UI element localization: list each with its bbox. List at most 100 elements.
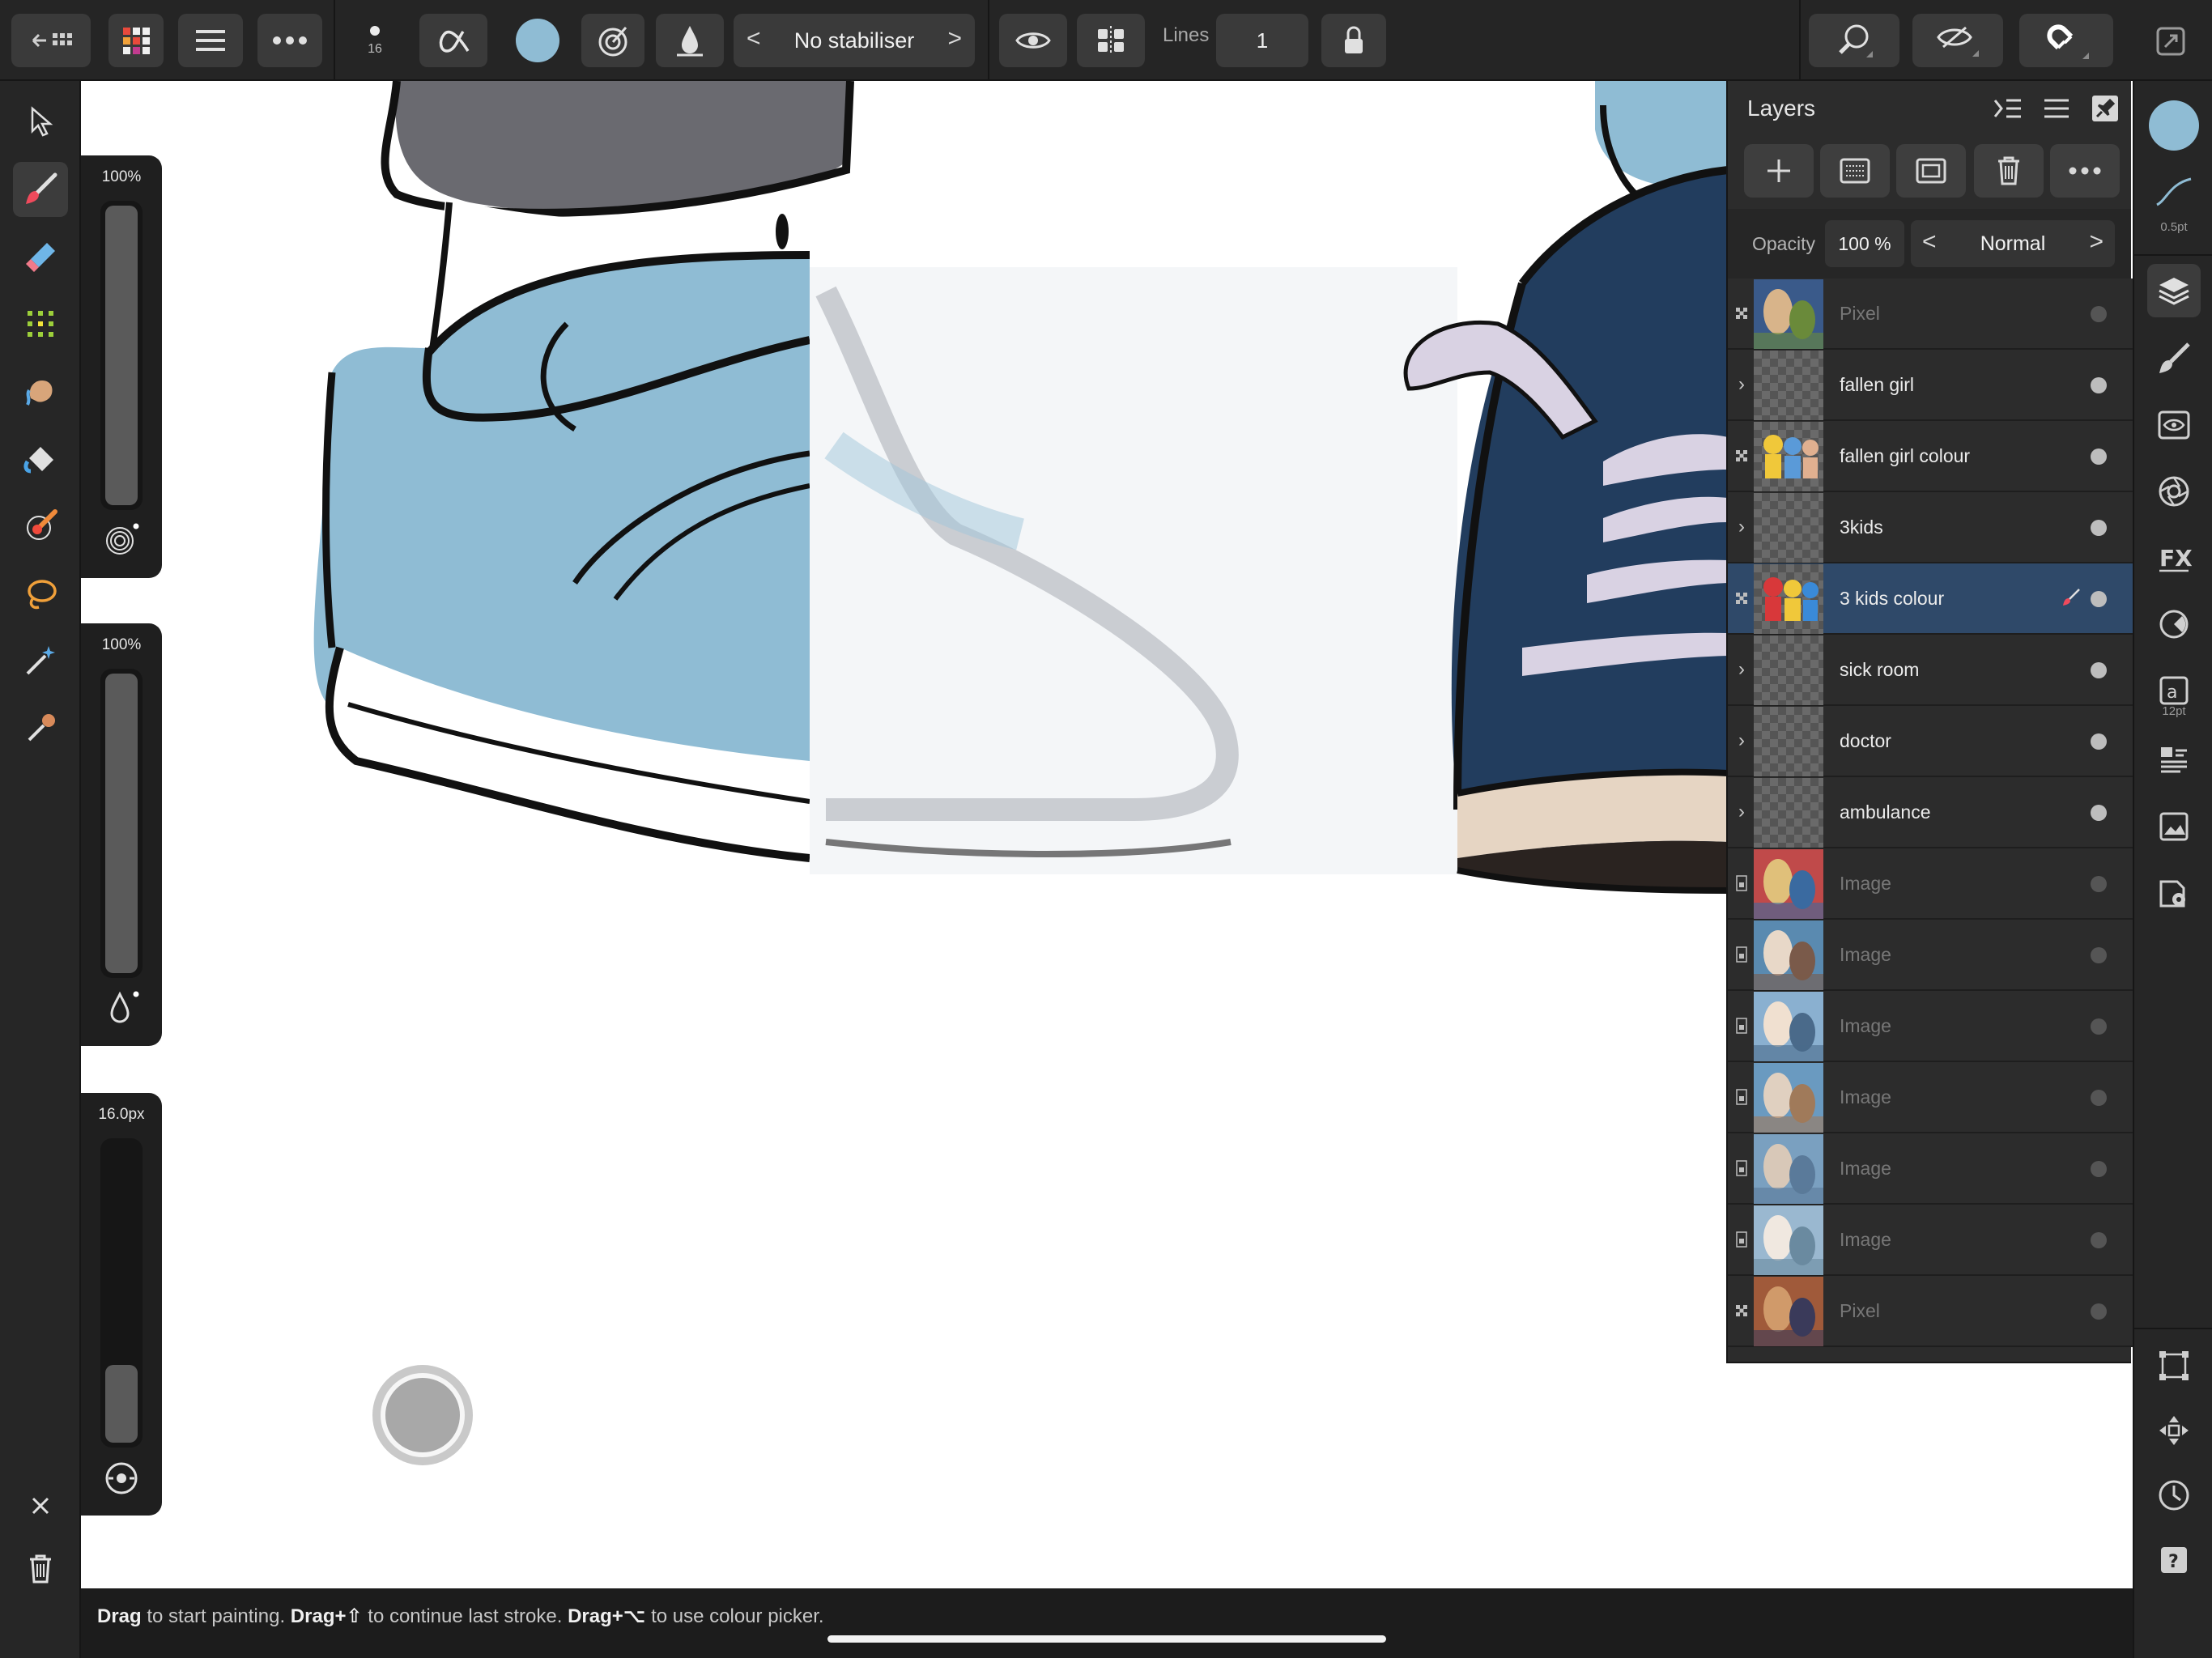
layer-visibility-toggle[interactable] [2091,733,2107,750]
macro-studio-button[interactable] [2147,866,2201,920]
stabiliser-selector[interactable]: < No stabiliser > [734,14,975,67]
layer-visibility-toggle[interactable] [2091,306,2107,322]
wet-edges-button[interactable] [581,14,644,67]
stock-studio-button[interactable] [2147,800,2201,853]
smudge-tool[interactable] [13,364,68,419]
flood-fill-tool[interactable] [13,432,68,487]
layer-row[interactable]: Image [1728,920,2133,991]
layer-visibility-toggle[interactable] [2091,1090,2107,1106]
layer-row[interactable]: › doctor [1728,706,2133,777]
layer-visibility-toggle[interactable] [2091,520,2107,536]
menu-button[interactable] [178,14,243,67]
expand-chevron-icon[interactable]: › [1734,516,1749,538]
lock-button[interactable] [1321,14,1386,67]
brush-alpha-button[interactable] [419,14,487,67]
dry-wet-button[interactable] [656,14,724,67]
colour-studio-button[interactable] [2147,99,2201,152]
layer-visibility-toggle[interactable] [2091,1303,2107,1320]
layer-row[interactable]: Image [1728,991,2133,1062]
selection-brush-tool[interactable] [13,633,68,688]
layer-visibility-toggle[interactable] [2091,947,2107,963]
layer-visibility-toggle[interactable] [2091,1018,2107,1035]
paint-brush-tool[interactable] [13,162,68,217]
layer-visibility-toggle[interactable] [2091,377,2107,393]
blend-mode-selector[interactable]: < Normal > [1911,220,2115,267]
layer-row[interactable]: › sick room [1728,635,2133,706]
layer-visibility-toggle[interactable] [2091,876,2107,892]
add-layer-button[interactable] [1744,144,1814,198]
layer-more-button[interactable] [2050,144,2120,198]
help-button[interactable]: ? [2147,1533,2201,1587]
layer-row[interactable]: Image [1728,848,2133,920]
layer-visibility-toggle[interactable] [2091,591,2107,607]
layer-row[interactable]: Image [1728,1205,2133,1276]
stroke-studio-button[interactable] [2147,165,2201,219]
more-button[interactable] [257,14,322,67]
quick-menu-button[interactable] [372,1365,473,1465]
persona-switcher-button[interactable] [108,14,164,67]
layer-visibility-toggle[interactable] [2091,449,2107,465]
colour-picker-tool[interactable] [13,701,68,756]
visibility-button[interactable] [999,14,1067,67]
hide-ui-button[interactable] [1912,14,2003,67]
layers-studio-button[interactable] [2147,264,2201,317]
colour-swatch-button[interactable] [504,14,572,67]
layer-row[interactable]: › 3kids [1728,492,2133,563]
back-to-gallery-button[interactable] [11,14,91,67]
layer-row[interactable]: › ambulance [1728,777,2133,848]
stabiliser-next-button[interactable]: > [947,25,962,53]
erase-brush-tool[interactable] [13,230,68,285]
add-pixel-layer-button[interactable] [1820,144,1890,198]
adjustments-studio-button[interactable] [2147,465,2201,518]
layer-row[interactable]: 3 kids colour [1728,563,2133,635]
transform-studio-button[interactable] [2147,1339,2201,1392]
expand-chevron-icon[interactable]: › [1734,658,1749,680]
layer-row[interactable]: Pixel [1728,278,2133,350]
layer-row[interactable]: Image [1728,1133,2133,1205]
fx-studio-button[interactable]: FX [2147,531,2201,585]
colour-brush-tool[interactable] [13,499,68,554]
move-nudge-button[interactable] [2147,1404,2201,1457]
blend-next-button[interactable]: > [2089,228,2104,256]
styles-studio-button[interactable] [2147,597,2201,651]
delete-layer-button[interactable] [1974,144,2044,198]
snapping-button[interactable] [2019,14,2113,67]
close-button[interactable] [19,1485,62,1527]
expand-chevron-icon[interactable]: › [1734,729,1749,751]
layers-pin-button[interactable] [2089,92,2121,125]
layer-visibility-toggle[interactable] [2091,1232,2107,1248]
layer-row[interactable]: › fallen girl [1728,350,2133,421]
history-studio-button[interactable] [2147,1469,2201,1522]
symmetry-button[interactable] [1077,14,1145,67]
layer-row[interactable]: fallen girl colour [1728,421,2133,492]
layout-studio-button[interactable] [2147,733,2201,787]
freehand-selection-tool[interactable] [13,567,68,622]
home-indicator[interactable] [827,1635,1386,1643]
delete-button[interactable] [19,1548,62,1590]
lines-field[interactable]: 1 [1216,14,1308,67]
expand-chevron-icon[interactable]: › [1734,801,1749,823]
move-tool[interactable] [13,94,68,149]
flow-slider[interactable] [100,669,143,978]
layer-visibility-toggle[interactable] [2091,805,2107,821]
layer-row[interactable]: Pixel [1728,1276,2133,1347]
brushes-studio-button[interactable] [2147,332,2201,385]
layers-options-button[interactable] [2040,92,2073,125]
size-link-icon[interactable] [102,1459,141,1498]
add-group-button[interactable] [1896,144,1966,198]
layers-collapse-button[interactable] [1992,92,2024,125]
brush-size-button[interactable]: 16 [347,14,403,67]
layer-visibility-toggle[interactable] [2091,662,2107,678]
opacity-slider[interactable] [100,201,143,510]
stabiliser-prev-button[interactable]: < [747,25,761,53]
navigator-studio-button[interactable] [2147,398,2201,452]
layer-visibility-toggle[interactable] [2091,1161,2107,1177]
layer-opacity-field[interactable]: 100 % [1825,220,1904,267]
fx-icon: FX [2159,545,2192,572]
size-slider[interactable] [100,1138,143,1448]
pixel-tool[interactable] [13,296,68,351]
view-tool-button[interactable] [1809,14,1899,67]
fullscreen-button[interactable] [2154,24,2188,62]
layer-row[interactable]: Image [1728,1062,2133,1133]
expand-chevron-icon[interactable]: › [1734,373,1749,395]
